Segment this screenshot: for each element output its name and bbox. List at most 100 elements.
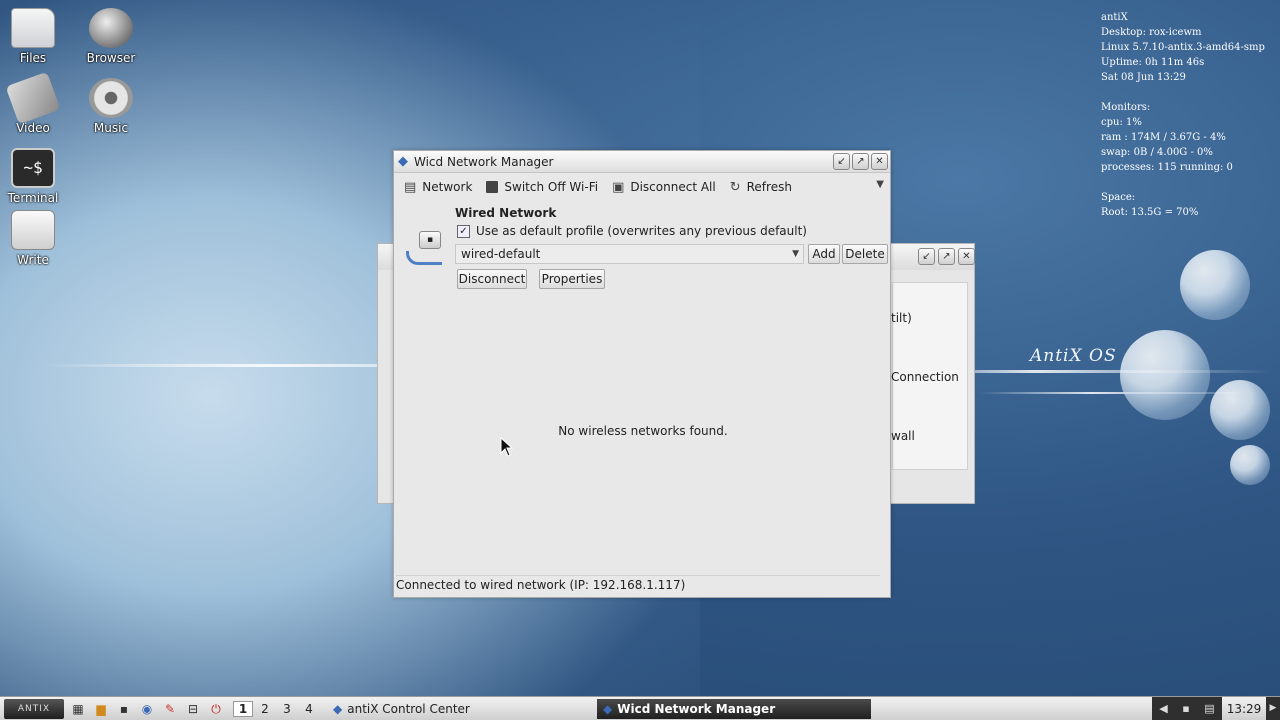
default-profile-option[interactable]: ✓ Use as default profile (overwrites any…	[457, 224, 807, 238]
conky-line: antiX	[1101, 12, 1128, 23]
disconnect-button[interactable]: Disconnect	[457, 269, 527, 289]
refresh-button[interactable]: ↻ Refresh	[728, 175, 794, 199]
wicd-toolbar: ▤ Network Switch Off Wi-Fi ▣ Disconnect …	[394, 173, 890, 201]
window-title: Wicd Network Manager	[414, 154, 554, 169]
switch-off-wifi-button[interactable]: Switch Off Wi-Fi	[484, 175, 600, 199]
conky-line: swap: 0B / 4.00G - 0%	[1101, 147, 1213, 158]
browser-icon[interactable]: ◉	[138, 700, 156, 718]
stop-icon	[486, 181, 499, 193]
network-tray-icon[interactable]: ▤	[1204, 702, 1214, 715]
desktop-icon-label: Files	[19, 51, 47, 65]
disconnect-all-button[interactable]: ▣ Disconnect All	[610, 175, 718, 199]
wicd-titlebar[interactable]: ◆ Wicd Network Manager ↙ ↗ ✕	[394, 151, 890, 173]
default-profile-checkbox[interactable]: ✓	[457, 224, 470, 238]
desktop-icon-write[interactable]: Write	[0, 210, 66, 267]
chevron-down-icon: ▼	[792, 249, 799, 259]
desktop-icon-label: Music	[93, 121, 129, 135]
status-bar: Connected to wired network (IP: 192.168.…	[396, 578, 686, 592]
wallpaper-bubble	[1230, 445, 1270, 485]
properties-button[interactable]: Properties	[539, 269, 605, 289]
maximize-icon[interactable]: ↗	[938, 248, 955, 265]
no-wireless-message: No wireless networks found.	[558, 424, 728, 438]
show-desktop-icon[interactable]: ▦	[69, 700, 87, 718]
network-button[interactable]: ▤ Network	[402, 175, 474, 199]
desktop-icon-video[interactable]: Video	[0, 71, 66, 135]
task-wicd-network-manager[interactable]: ◆ Wicd Network Manager	[597, 698, 871, 719]
toolbar-overflow-icon[interactable]: ▼	[876, 179, 884, 190]
minimize-icon[interactable]: ↙	[833, 153, 850, 170]
task-antix-control-center[interactable]: ◆ antiX Control Center	[327, 699, 597, 719]
background-text-fragment[interactable]: wall	[891, 429, 915, 443]
status-divider	[396, 575, 880, 576]
system-tray: ◀ ▪ ▤ 13:29 ▶	[1152, 697, 1280, 720]
conky-line: Uptime: 0h 11m 46s	[1101, 57, 1205, 68]
terminal-icon[interactable]: ▪	[115, 700, 133, 718]
task-label: Wicd Network Manager	[617, 701, 776, 716]
wicd-window: ◆ Wicd Network Manager ↙ ↗ ✕ ▤ Network S…	[393, 150, 891, 598]
workspace-4[interactable]: 4	[299, 702, 319, 716]
desktop-icon-label: Write	[17, 253, 49, 267]
app-icon: ◆	[603, 701, 613, 716]
tray-expand-icon[interactable]: ▶	[1266, 697, 1280, 720]
desktop-icon-browser[interactable]: Browser	[78, 8, 144, 65]
refresh-label: Refresh	[746, 180, 792, 194]
power-icon[interactable]: ⏻	[207, 700, 225, 718]
close-icon[interactable]: ✕	[958, 248, 975, 265]
default-profile-label: Use as default profile (overwrites any p…	[476, 224, 807, 238]
wallpaper-bubble	[1180, 250, 1250, 320]
globe-icon	[89, 8, 133, 48]
wired-network-icon: ▪	[404, 229, 446, 271]
switch-off-wifi-label: Switch Off Wi-Fi	[504, 180, 599, 194]
video-icon	[5, 71, 61, 125]
minimize-icon[interactable]: ↙	[918, 248, 935, 265]
delete-profile-button[interactable]: Delete	[842, 244, 888, 264]
wallpaper-bubble	[1120, 330, 1210, 420]
files-icon[interactable]: ▆	[92, 700, 110, 718]
background-text-fragment: tilt)	[891, 311, 912, 325]
conky-line: ram : 174M / 3.67G - 4%	[1101, 132, 1226, 143]
conky-monitors-header: Monitors:	[1101, 102, 1151, 113]
wired-profile-select[interactable]: wired-default ▼	[455, 244, 804, 264]
desktop-icon-label: Browser	[86, 51, 136, 65]
disconnect-icon: ▣	[612, 179, 625, 195]
task-label: antiX Control Center	[347, 701, 470, 716]
folder-icon	[11, 8, 55, 48]
conky-line: Desktop: rox-icewm	[1101, 27, 1202, 38]
workspace-2[interactable]: 2	[255, 702, 275, 716]
maximize-icon[interactable]: ↗	[852, 153, 869, 170]
system-monitor: antiX Desktop: rox-icewm Linux 5.7.10-an…	[1101, 10, 1265, 220]
close-icon[interactable]: ✕	[871, 153, 888, 170]
wicd-app-icon: ◆	[398, 154, 408, 169]
desktop-icon-terminal[interactable]: ~$ Terminal	[0, 148, 66, 205]
volume-icon[interactable]: ◀	[1159, 702, 1167, 715]
music-icon	[89, 78, 133, 118]
wired-profile-value: wired-default	[461, 247, 541, 261]
background-text-fragment[interactable]: Connection	[891, 370, 959, 384]
desktop-icon-music[interactable]: Music	[78, 78, 144, 135]
window-buttons: ↙ ↗ ✕	[833, 153, 888, 170]
workspace-1[interactable]: 1	[233, 700, 253, 717]
taskbar: ANTIX ▦ ▆ ▪ ◉ ✎ ⊟ ⏻ 1 2 3 4 ◆ antiX Cont…	[0, 696, 1280, 720]
desktop-icon-label: Terminal	[7, 191, 59, 205]
terminal-icon: ~$	[11, 148, 55, 188]
app-icon: ◆	[333, 701, 343, 716]
conky-line: Root: 13.5G = 70%	[1101, 207, 1199, 218]
add-profile-button[interactable]: Add	[808, 244, 840, 264]
network-icon[interactable]: ⊟	[184, 700, 202, 718]
wired-network-heading: Wired Network	[455, 206, 557, 220]
mouse-pointer-icon	[500, 437, 514, 457]
conky-line: Linux 5.7.10-antix.3-amd64-smp	[1101, 42, 1265, 53]
disconnect-all-label: Disconnect All	[630, 180, 716, 194]
background-window-buttons: ↙ ↗ ✕	[918, 248, 975, 265]
write-icon	[11, 210, 55, 250]
clock[interactable]: 13:29	[1222, 702, 1266, 716]
conky-line: processes: 115 running: 0	[1101, 162, 1233, 173]
start-menu-button[interactable]: ANTIX	[4, 698, 64, 719]
editor-icon[interactable]: ✎	[161, 700, 179, 718]
desktop-icon-files[interactable]: Files	[0, 8, 66, 65]
workspace-3[interactable]: 3	[277, 702, 297, 716]
conky-line: cpu: 1%	[1101, 117, 1142, 128]
desktop-icon-label: Video	[16, 121, 50, 135]
wallpaper-brand-text: AntiX OS	[1030, 346, 1117, 366]
tray-app-icon[interactable]: ▪	[1182, 702, 1189, 715]
